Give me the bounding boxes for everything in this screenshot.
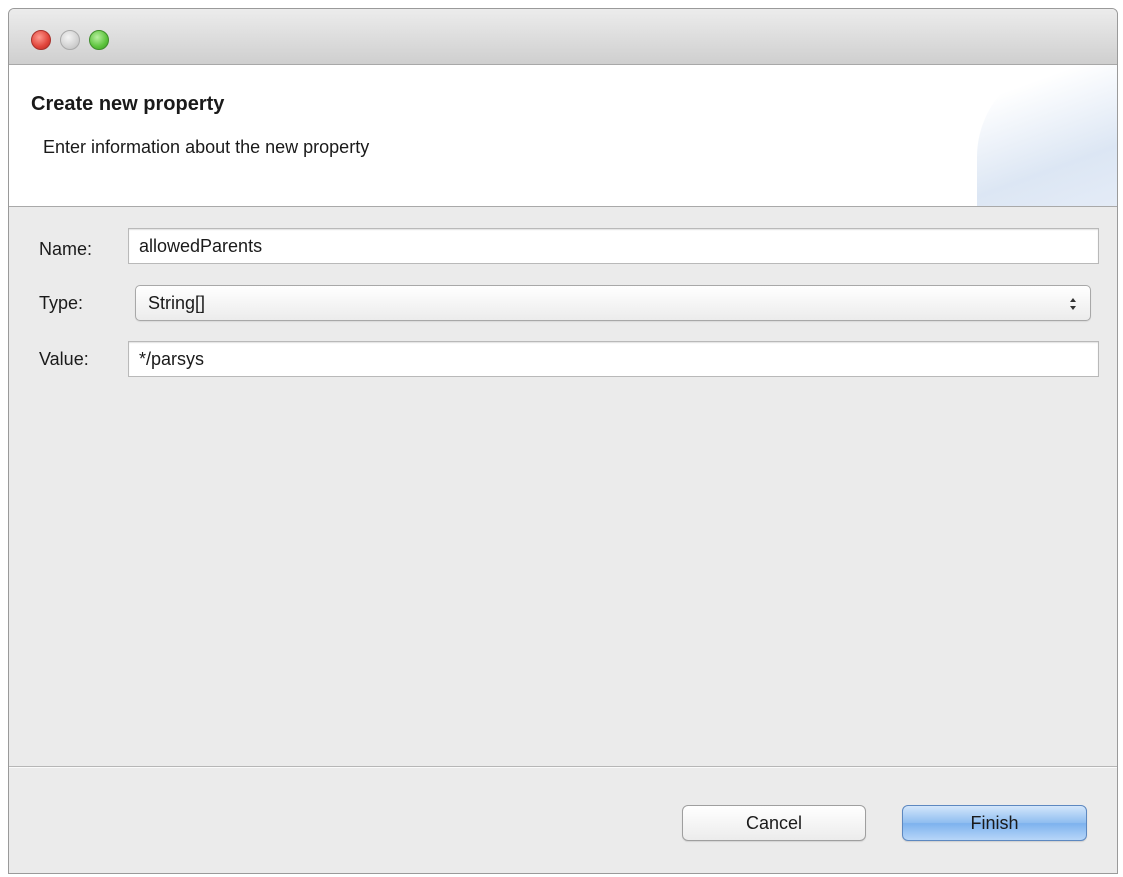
- cancel-button[interactable]: Cancel: [682, 805, 866, 841]
- close-button[interactable]: [31, 30, 51, 50]
- property-form: Name: Type: String[] Value:: [9, 207, 1117, 767]
- up-down-arrows-icon: [1070, 298, 1076, 310]
- type-label: Type:: [39, 293, 84, 313]
- name-field[interactable]: [128, 228, 1099, 264]
- finish-button[interactable]: Finish: [902, 805, 1087, 841]
- title-bar: [9, 9, 1117, 65]
- zoom-button[interactable]: [89, 30, 109, 50]
- dialog-description: Enter information about the new property: [43, 137, 370, 157]
- type-select[interactable]: String[]: [135, 285, 1091, 321]
- type-select-value: String[]: [148, 293, 206, 313]
- button-bar-divider: [9, 766, 1117, 768]
- name-label: Name:: [39, 239, 93, 259]
- value-label: Value:: [39, 349, 89, 369]
- value-field[interactable]: [128, 341, 1099, 377]
- dialog-title: Create new property: [31, 93, 225, 115]
- dialog-window: Create new property Enter information ab…: [8, 8, 1118, 874]
- minimize-button[interactable]: [60, 30, 80, 50]
- header-decoration: [977, 65, 1117, 206]
- wizard-header: Create new property Enter information ab…: [9, 65, 1117, 207]
